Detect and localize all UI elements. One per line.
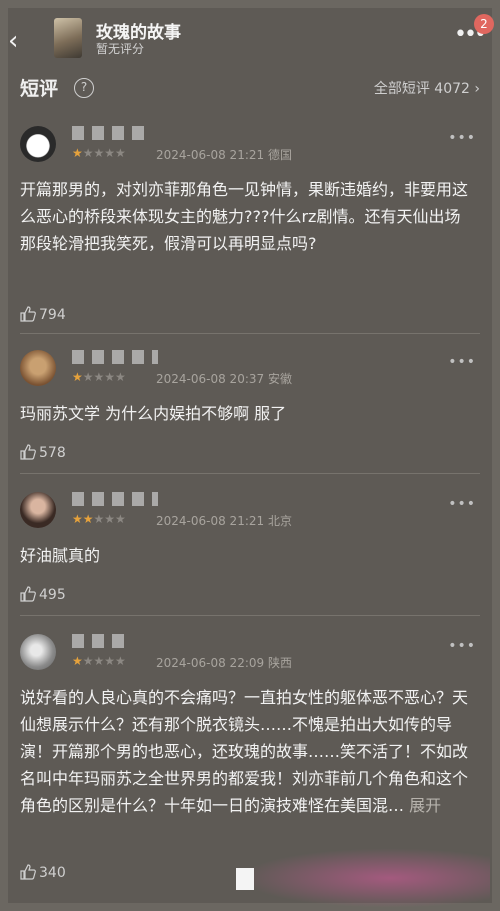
- username-redacted: [72, 634, 126, 648]
- username-redacted: [72, 492, 158, 506]
- comment-meta: 2024-06-08 21:21 德国: [156, 148, 292, 162]
- like-count: 340: [39, 865, 66, 881]
- all-reviews-link[interactable]: 全部短评 4072 ›: [374, 78, 480, 98]
- more-icon[interactable]: •••: [448, 130, 476, 146]
- stars-empty: ★★★★: [82, 146, 126, 160]
- comment-card: ★★★★★ 2024-06-08 20:37 安徽 ••• 玛丽苏文学 为什么内…: [20, 350, 480, 474]
- notification-badge: 2: [474, 14, 494, 34]
- more-icon[interactable]: •••: [448, 496, 476, 512]
- star-rating: ★★★★★: [72, 512, 126, 526]
- comment-meta: 2024-06-08 20:37 安徽: [156, 372, 292, 386]
- avatar[interactable]: [20, 634, 56, 670]
- thumbs-up-icon: [20, 864, 36, 880]
- star-rating: ★★★★★: [72, 146, 126, 160]
- star-rating: ★★★★★: [72, 370, 126, 384]
- comment-text: 玛丽苏文学 为什么内娱拍不够啊 服了: [20, 404, 287, 423]
- comment-text: 开篇那男的，对刘亦菲那角色一见钟情，果断违婚约，非要用这么恶心的桥段来体现女主的…: [20, 180, 469, 253]
- like-button[interactable]: 340: [20, 864, 66, 881]
- avatar[interactable]: [20, 492, 56, 528]
- help-icon[interactable]: ?: [74, 78, 94, 98]
- like-button[interactable]: 495: [20, 586, 66, 603]
- star-rating: ★★★★★: [72, 654, 126, 668]
- comment-text-body: 说好看的人良心真的不会痛吗？一直拍女性的躯体恶不恶心？天仙想展示什么？还有那个脱…: [20, 688, 469, 815]
- stars-empty: ★★★: [93, 512, 126, 526]
- stars-empty: ★★★★: [82, 654, 126, 668]
- username-redacted: [72, 350, 158, 364]
- like-button[interactable]: 794: [20, 306, 66, 323]
- comment-text: 说好看的人良心真的不会痛吗？一直拍女性的躯体恶不恶心？天仙想展示什么？还有那个脱…: [20, 684, 476, 819]
- username-redacted: [72, 126, 146, 140]
- thumbs-up-icon: [20, 444, 36, 460]
- stars-filled: ★: [72, 146, 83, 160]
- like-count: 495: [39, 587, 66, 603]
- like-count: 578: [39, 445, 66, 461]
- chevron-left-icon[interactable]: ‹: [8, 26, 18, 56]
- thumbs-up-icon: [20, 586, 36, 602]
- section-title: 短评: [20, 78, 59, 100]
- play-shape: [236, 868, 254, 890]
- stars-filled: ★: [72, 370, 83, 384]
- stars-filled: ★: [72, 654, 83, 668]
- comment-meta: 2024-06-08 22:09 陕西: [156, 656, 292, 670]
- expand-link[interactable]: 展开: [409, 796, 441, 815]
- app-frame: ‹ 玫瑰的故事 暂无评分 ••• 2 短评 ? 全部短评 4072 › ★★★★…: [8, 8, 494, 903]
- top-bar: ‹ 玫瑰的故事 暂无评分 ••• 2: [8, 8, 494, 68]
- comment-card: ★★★★★ 2024-06-08 21:21 德国 ••• 开篇那男的，对刘亦菲…: [20, 126, 480, 334]
- avatar[interactable]: [20, 126, 56, 162]
- comment-card: ★★★★★ 2024-06-08 21:21 北京 ••• 好油腻真的 495: [20, 492, 480, 616]
- like-button[interactable]: 578: [20, 444, 66, 461]
- more-icon[interactable]: •••: [448, 354, 476, 370]
- stars-empty: ★★★★: [82, 370, 126, 384]
- comment-text: 好油腻真的: [20, 546, 101, 565]
- poster-thumbnail[interactable]: [54, 18, 82, 58]
- stars-filled: ★★: [72, 512, 94, 526]
- short-review-header: 短评 ? 全部短评 4072 ›: [20, 74, 480, 104]
- comment-meta: 2024-06-08 21:21 北京: [156, 514, 292, 528]
- rating-status: 暂无评分: [96, 42, 145, 56]
- thumbs-up-icon: [20, 306, 36, 322]
- like-count: 794: [39, 307, 66, 323]
- corner-watermark-glow: [240, 848, 490, 908]
- avatar[interactable]: [20, 350, 56, 386]
- more-icon[interactable]: •••: [448, 638, 476, 654]
